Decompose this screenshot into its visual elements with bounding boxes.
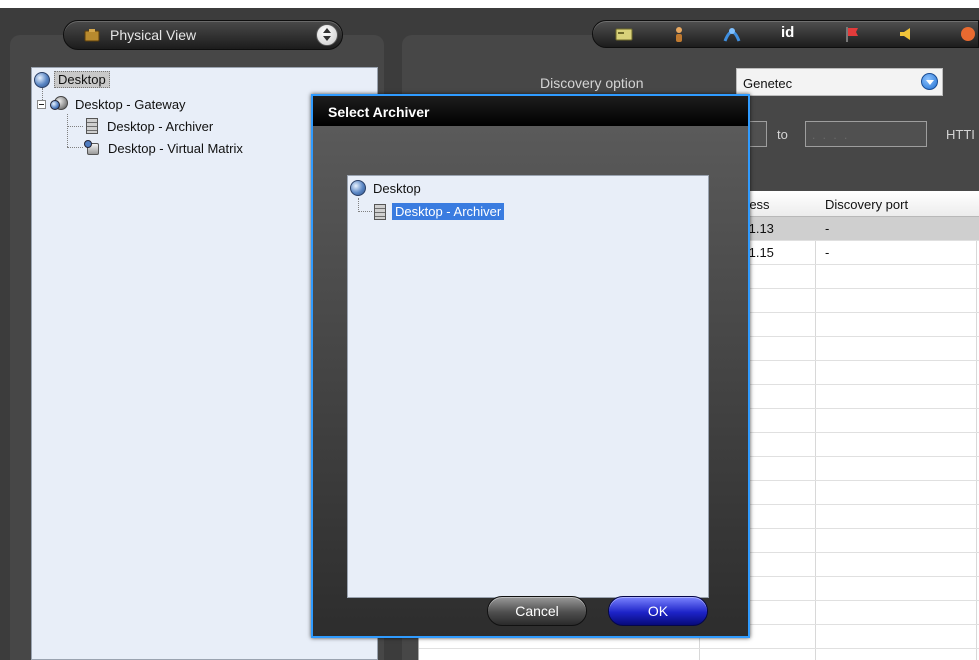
ip-range-to-label: to <box>777 127 788 142</box>
globe-icon <box>350 180 366 196</box>
tree-node-desktop[interactable]: Desktop <box>34 71 110 88</box>
tree-node-label: Desktop <box>373 180 421 196</box>
view-selector-spinner[interactable] <box>316 24 338 46</box>
tree-node-archiver[interactable]: Desktop - Archiver <box>86 118 216 134</box>
user-icon[interactable] <box>668 25 690 43</box>
view-selector[interactable]: Physical View <box>63 20 343 50</box>
dropdown-arrow-icon[interactable] <box>921 73 938 90</box>
dialog-body: Desktop Desktop - Archiver Cancel OK <box>313 126 748 636</box>
alarm-icon[interactable] <box>957 25 979 43</box>
flag-icon[interactable] <box>841 25 863 43</box>
tree-node-label: Desktop - Virtual Matrix <box>108 140 243 156</box>
top-strip <box>0 0 979 8</box>
speaker-icon[interactable] <box>896 25 918 43</box>
ip-range-to-placeholder: . . . . <box>812 128 850 142</box>
ok-button[interactable]: OK <box>608 596 708 626</box>
gateway-icon <box>50 96 68 112</box>
app-window: Physical View Desktop Desktop - Gateway … <box>0 0 979 660</box>
spinner-up-icon <box>323 28 331 33</box>
tree-node-label: Desktop <box>54 71 110 88</box>
task-toolbar: id <box>592 20 979 48</box>
discovery-option-label: Discovery option <box>540 75 644 91</box>
dialog-title-bar[interactable]: Select Archiver <box>313 96 748 126</box>
cell-discovery-port: - <box>825 221 830 236</box>
tree-node-label: Desktop - Gateway <box>75 96 186 112</box>
archiver-server-icon <box>86 118 98 134</box>
spinner-down-icon <box>323 36 331 41</box>
http-label: HTTI <box>946 127 975 142</box>
tree-line <box>67 114 68 147</box>
virtual-matrix-icon <box>84 140 100 156</box>
tree-node-label: Desktop - Archiver <box>107 118 214 134</box>
archiver-tree[interactable]: Desktop Desktop - Archiver <box>347 175 709 598</box>
tree-node-gateway[interactable]: Desktop - Gateway <box>37 96 189 112</box>
discovery-option-select[interactable]: Genetec <box>736 68 943 96</box>
cancel-button[interactable]: Cancel <box>487 596 587 626</box>
tree-line <box>67 126 83 127</box>
tree-line <box>358 211 372 212</box>
card-icon[interactable] <box>613 25 635 43</box>
select-archiver-dialog: Select Archiver Desktop Desktop - Archiv… <box>311 94 750 638</box>
globe-icon <box>34 71 50 88</box>
id-icon[interactable]: id <box>781 24 803 42</box>
tree-node-virtual-matrix[interactable]: Desktop - Virtual Matrix <box>84 140 246 156</box>
dialog-tree-node-desktop[interactable]: Desktop <box>350 180 424 196</box>
ip-range-to-field[interactable]: . . . . <box>805 121 927 147</box>
tree-node-label-selected: Desktop - Archiver <box>392 203 505 220</box>
discovery-option-value: Genetec <box>743 76 793 91</box>
column-header-discovery-port[interactable]: Discovery port <box>825 197 908 212</box>
physical-view-icon <box>84 29 100 42</box>
archiver-server-icon <box>374 203 386 220</box>
dialog-tree-node-archiver[interactable]: Desktop - Archiver <box>374 203 505 220</box>
tree-line <box>67 147 83 148</box>
dialog-title: Select Archiver <box>328 104 430 120</box>
collapse-icon[interactable] <box>37 99 46 109</box>
cell-discovery-port: - <box>825 245 830 260</box>
network-icon[interactable] <box>721 25 743 43</box>
tree-line <box>358 198 359 212</box>
view-selector-label: Physical View <box>110 27 197 43</box>
